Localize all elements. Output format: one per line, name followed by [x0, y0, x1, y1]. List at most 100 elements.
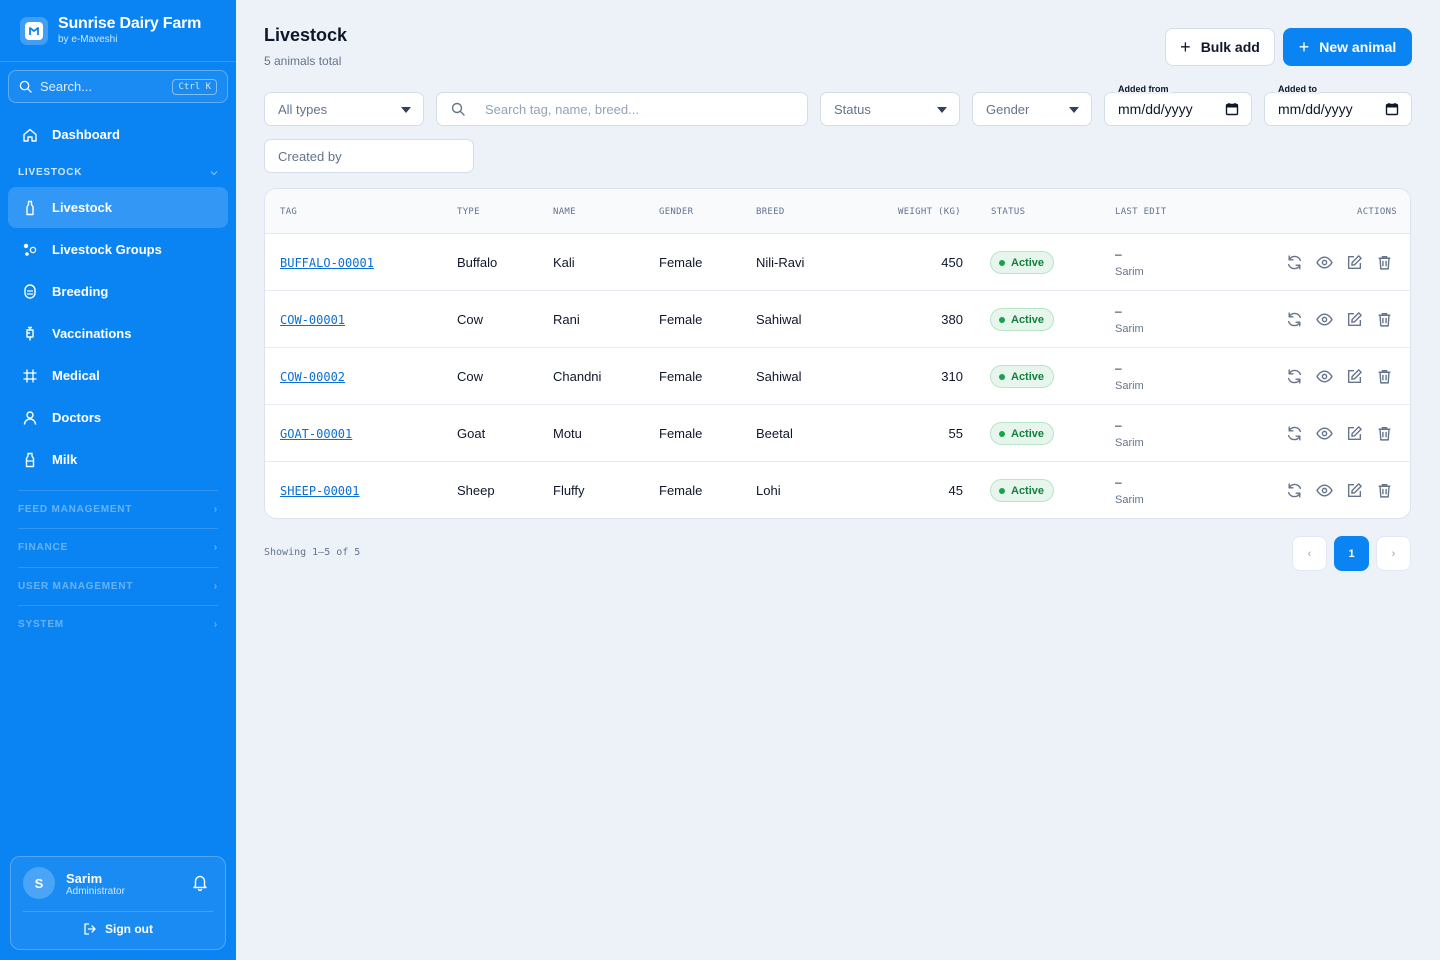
animal-weight: 450: [941, 255, 963, 270]
gender-select-value: Gender: [986, 101, 1030, 117]
chevron-right-icon: ›: [1391, 547, 1396, 560]
user-card: S Sarim Administrator Sign out: [10, 856, 226, 950]
added-to-date-input[interactable]: mm/dd/yyyy: [1264, 92, 1412, 126]
eye-icon[interactable]: [1314, 252, 1334, 272]
brand[interactable]: Sunrise Dairy Farm by e-Maveshi: [0, 0, 236, 62]
column-header-weight[interactable]: WEIGHT (KG): [898, 207, 961, 217]
column-header-last-edit[interactable]: LAST EDIT: [1115, 207, 1166, 217]
edit-icon[interactable]: [1344, 423, 1364, 443]
sidebar-item-medical[interactable]: Medical: [8, 355, 228, 396]
brand-title: Sunrise Dairy Farm: [58, 15, 202, 32]
animal-weight: 55: [948, 426, 963, 441]
sidebar-section-finance[interactable]: FINANCE ›: [18, 542, 218, 553]
eye-icon[interactable]: [1314, 480, 1334, 500]
sidebar-item-vaccinations[interactable]: Vaccinations: [8, 313, 228, 354]
sidebar-item-doctors[interactable]: Doctors: [8, 397, 228, 438]
eye-icon[interactable]: [1314, 423, 1334, 443]
status-badge-label: Active: [1011, 427, 1045, 440]
edit-icon[interactable]: [1344, 480, 1364, 500]
calendar-icon[interactable]: [1225, 102, 1239, 116]
animal-tag-link[interactable]: SHEEP-00001: [280, 484, 359, 498]
eye-icon[interactable]: [1314, 366, 1334, 386]
type-select[interactable]: All types: [264, 92, 424, 126]
animal-gender: Female: [659, 312, 703, 327]
column-header-gender[interactable]: GENDER: [659, 207, 693, 217]
sidebar-item-livestock[interactable]: Livestock: [8, 187, 228, 228]
status-select[interactable]: Status: [820, 92, 960, 126]
animal-breed: Beetal: [756, 426, 793, 441]
added-from-date-input[interactable]: mm/dd/yyyy: [1104, 92, 1252, 126]
sidebar-section-livestock[interactable]: LIVESTOCK: [18, 167, 218, 178]
edit-icon[interactable]: [1344, 366, 1364, 386]
groups-icon: [20, 240, 40, 260]
column-header-type[interactable]: TYPE: [457, 207, 480, 217]
table-row[interactable]: COW-00002 Cow Chandni Female Sahiwal 310…: [265, 348, 1410, 405]
sidebar-item-breeding[interactable]: Breeding: [8, 271, 228, 312]
refresh-icon[interactable]: [1284, 309, 1304, 329]
sidebar-search[interactable]: Search... Ctrl K: [8, 70, 228, 103]
bell-icon[interactable]: [191, 873, 209, 896]
page-1-button[interactable]: 1: [1334, 536, 1369, 571]
animal-type: Cow: [457, 369, 484, 384]
column-header-tag[interactable]: TAG: [280, 207, 297, 217]
previous-page-button[interactable]: ‹: [1292, 536, 1327, 571]
sign-out-icon: [84, 923, 96, 935]
table-row[interactable]: BUFFALO-00001 Buffalo Kali Female Nili-R…: [265, 234, 1410, 291]
divider: [18, 605, 218, 606]
status-badge: Active: [990, 479, 1055, 502]
trash-icon[interactable]: [1374, 366, 1394, 386]
status-badge-label: Active: [1011, 484, 1045, 497]
eye-icon[interactable]: [1314, 309, 1334, 329]
refresh-icon[interactable]: [1284, 480, 1304, 500]
medical-icon: [20, 366, 40, 386]
animal-tag-link[interactable]: GOAT-00001: [280, 427, 352, 441]
sign-out-button[interactable]: Sign out: [11, 917, 225, 941]
edit-icon[interactable]: [1344, 309, 1364, 329]
refresh-icon[interactable]: [1284, 366, 1304, 386]
trash-icon[interactable]: [1374, 480, 1394, 500]
sidebar-section-user-management[interactable]: USER MANAGEMENT ›: [18, 581, 218, 592]
new-animal-button[interactable]: + New animal: [1283, 28, 1412, 66]
table-row[interactable]: SHEEP-00001 Sheep Fluffy Female Lohi 45 …: [265, 462, 1410, 518]
sidebar-item-milk[interactable]: Milk: [8, 439, 228, 480]
animal-tag-link[interactable]: COW-00001: [280, 313, 345, 327]
avatar[interactable]: S: [23, 867, 55, 899]
status-dot-icon: [999, 259, 1005, 266]
animal-tag-link[interactable]: COW-00002: [280, 370, 345, 384]
column-header-status[interactable]: STATUS: [991, 207, 1025, 217]
farm-logo-icon: [20, 16, 48, 45]
refresh-icon[interactable]: [1284, 423, 1304, 443]
trash-icon[interactable]: [1374, 423, 1394, 443]
trash-icon[interactable]: [1374, 252, 1394, 272]
animal-gender: Female: [659, 369, 703, 384]
refresh-icon[interactable]: [1284, 252, 1304, 272]
animal-breed: Sahiwal: [756, 369, 802, 384]
sidebar-section-feed-management[interactable]: FEED MANAGEMENT ›: [18, 504, 218, 515]
chevron-right-icon: ›: [213, 581, 218, 592]
column-header-name[interactable]: NAME: [553, 207, 576, 217]
bulk-add-label: Bulk add: [1200, 39, 1260, 55]
created-by-input[interactable]: Created by: [264, 139, 474, 173]
chevron-left-icon: ‹: [1307, 547, 1312, 560]
next-page-button[interactable]: ›: [1376, 536, 1411, 571]
edit-icon[interactable]: [1344, 252, 1364, 272]
calendar-icon[interactable]: [1385, 102, 1399, 116]
animal-type: Buffalo: [457, 255, 498, 270]
pagination-summary: Showing 1–5 of 5: [264, 547, 361, 558]
table-row[interactable]: GOAT-00001 Goat Motu Female Beetal 55 Ac…: [265, 405, 1410, 462]
table-row[interactable]: COW-00001 Cow Rani Female Sahiwal 380 Ac…: [265, 291, 1410, 348]
plus-icon: +: [1298, 37, 1310, 57]
sidebar-item-label: Breeding: [52, 284, 109, 299]
sidebar-section-system[interactable]: SYSTEM ›: [18, 619, 218, 630]
chevron-right-icon: ›: [213, 542, 218, 553]
animal-tag-link[interactable]: BUFFALO-00001: [280, 256, 374, 270]
status-badge: Active: [990, 251, 1055, 274]
sidebar-item-dashboard[interactable]: Dashboard: [8, 114, 228, 155]
gender-select[interactable]: Gender: [972, 92, 1092, 126]
trash-icon[interactable]: [1374, 309, 1394, 329]
bulk-add-button[interactable]: + Bulk add: [1165, 28, 1275, 66]
column-header-breed[interactable]: BREED: [756, 207, 785, 217]
last-edit-user: Sarim: [1115, 266, 1144, 278]
sidebar-item-livestock-groups[interactable]: Livestock Groups: [8, 229, 228, 270]
livestock-search-input[interactable]: Search tag, name, breed...: [436, 92, 808, 126]
